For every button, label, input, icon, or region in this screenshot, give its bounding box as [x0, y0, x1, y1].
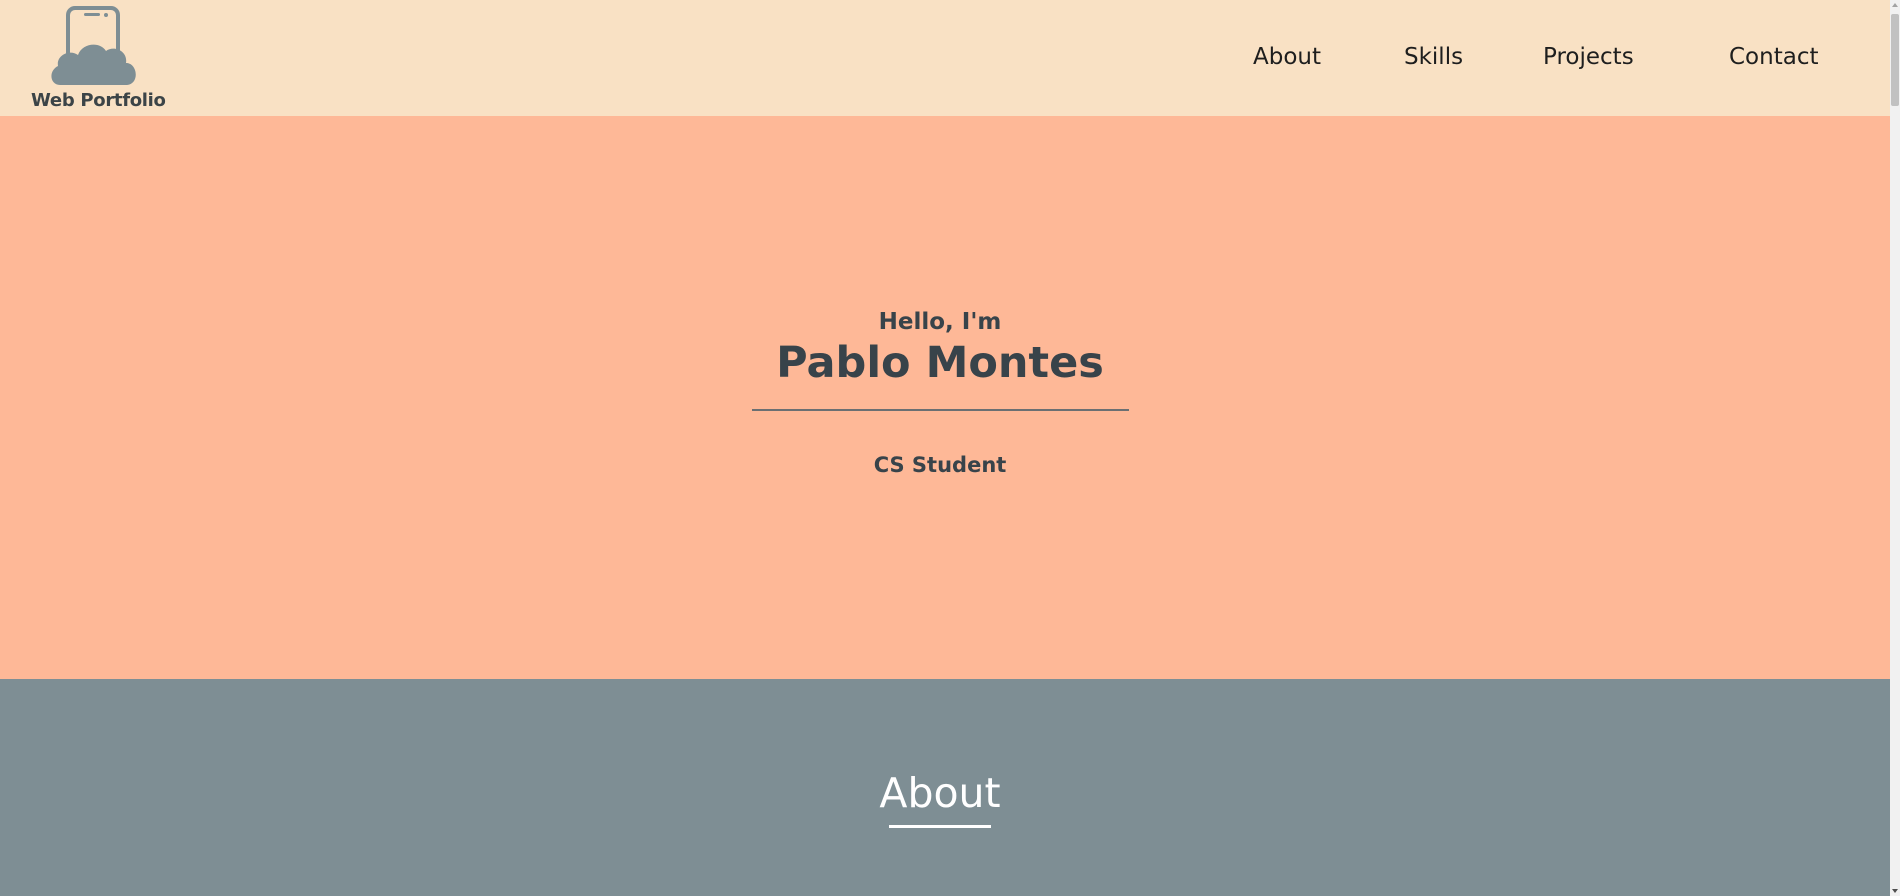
hero-section: Hello, I'm Pablo Montes CS Student — [0, 116, 1890, 679]
site-header: Web Portfolio About Skills Projects Cont… — [0, 0, 1890, 116]
scrollbar-thumb[interactable] — [1891, 14, 1899, 106]
about-title: About — [879, 769, 1001, 817]
hero-divider — [752, 409, 1129, 411]
vertical-scrollbar[interactable] — [1890, 0, 1900, 896]
scroll-up-icon[interactable] — [1892, 3, 1898, 7]
page: Web Portfolio About Skills Projects Cont… — [0, 0, 1890, 896]
about-section: About — [0, 679, 1890, 896]
hero-greeting: Hello, I'm — [878, 309, 1002, 335]
main-nav: About Skills Projects Contact — [0, 0, 1890, 116]
scroll-down-icon[interactable] — [1892, 889, 1898, 893]
hero-name: Pablo Montes — [776, 338, 1104, 388]
nav-about[interactable]: About — [1253, 44, 1321, 70]
hero-role: CS Student — [873, 453, 1007, 477]
nav-projects[interactable]: Projects — [1543, 44, 1634, 70]
nav-skills[interactable]: Skills — [1404, 44, 1463, 70]
nav-contact[interactable]: Contact — [1729, 44, 1818, 70]
about-underline — [889, 825, 991, 828]
